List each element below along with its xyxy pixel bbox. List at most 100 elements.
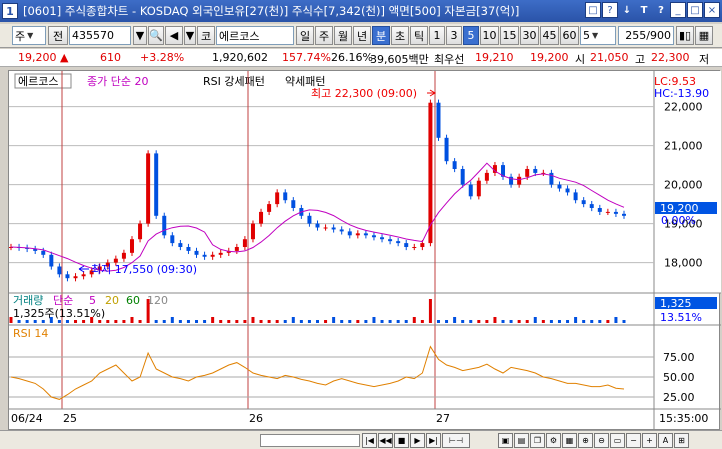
candle xyxy=(565,188,570,193)
candle xyxy=(380,237,385,240)
count-input[interactable]: 255/900 xyxy=(618,26,674,45)
tool-buttons: ▣ ▤ ❐ ⚙ ▦ ⊕ ⊖ ▭ − + A ⊞ xyxy=(498,433,689,448)
next-button[interactable]: ▶ xyxy=(410,433,425,448)
candle xyxy=(468,184,473,197)
price-pane[interactable] xyxy=(9,71,654,293)
pref-label: 최우선 xyxy=(434,53,465,66)
volume-bar xyxy=(501,320,505,323)
volume-bar xyxy=(356,320,360,323)
pin-icon[interactable]: ↓ xyxy=(619,2,635,18)
zoom-in-icon[interactable]: ⊕ xyxy=(578,433,593,448)
candle xyxy=(178,243,183,247)
count-value: 255 xyxy=(625,29,647,42)
volume-bar xyxy=(557,320,561,323)
volume-bar xyxy=(428,299,432,323)
volume-bar xyxy=(445,320,449,323)
type-button[interactable]: 전 xyxy=(48,26,68,45)
interval-10[interactable]: 10 xyxy=(480,26,499,45)
interval-30[interactable]: 30 xyxy=(520,26,539,45)
zoom-out-icon[interactable]: ⊖ xyxy=(594,433,609,448)
period-week[interactable]: 주 xyxy=(315,26,333,45)
chart-type-icon[interactable]: ▦ xyxy=(695,26,713,45)
candle xyxy=(210,254,215,257)
volume-bar xyxy=(388,320,392,323)
volume-bar xyxy=(122,320,126,323)
font-icon[interactable]: T xyxy=(636,2,652,18)
period-day[interactable]: 일 xyxy=(296,26,314,45)
save-icon[interactable]: ▭ xyxy=(610,433,625,448)
volume-bar xyxy=(566,320,570,323)
candle xyxy=(49,254,54,267)
chart-canvas[interactable]: 에르코스 종가 단순 20 RSI 강세패턴 약세패턴 LC:9.53 HC:-… xyxy=(9,71,721,431)
volume-bar xyxy=(348,320,352,323)
volume-bar xyxy=(275,320,279,323)
pattern-legend-2: 약세패턴 xyxy=(285,74,325,88)
copy-icon[interactable]: ❐ xyxy=(530,433,545,448)
interval-1[interactable]: 1 xyxy=(429,26,445,45)
horizontal-scrollbar[interactable] xyxy=(260,434,360,447)
zoom-slider[interactable]: ⊢⊣ xyxy=(442,433,470,448)
volume-bar xyxy=(517,320,521,323)
first-page-button[interactable]: |◀ xyxy=(362,433,377,448)
interval-45[interactable]: 45 xyxy=(540,26,559,45)
font-size-icon[interactable]: A xyxy=(658,433,673,448)
chart-area[interactable]: 에르코스 종가 단순 20 RSI 강세패턴 약세패턴 LC:9.53 HC:-… xyxy=(8,70,721,431)
volume-bar xyxy=(49,317,53,323)
last-page-button[interactable]: ▶| xyxy=(426,433,441,448)
period-year[interactable]: 년 xyxy=(353,26,371,45)
minus-icon[interactable]: − xyxy=(626,433,641,448)
scroll-handle-icon[interactable]: ⊞ xyxy=(674,433,689,448)
title-bar: 1 [0601] 주식종합차트 - KOSDAQ 외국인보유[27(천)] 주식… xyxy=(0,0,722,22)
interval-5[interactable]: 5 xyxy=(463,26,479,45)
maximize-button[interactable]: □ xyxy=(687,2,703,18)
candle xyxy=(162,215,167,236)
interval-60[interactable]: 60 xyxy=(560,26,579,45)
period-second[interactable]: 초 xyxy=(391,26,409,45)
code-dropdown-button[interactable]: ▼ xyxy=(133,26,147,45)
period-minute[interactable]: 분 xyxy=(372,26,390,45)
volume-percent: 157.74% xyxy=(282,51,331,64)
price-tick-label: 18,000 xyxy=(664,257,703,270)
volume-bar xyxy=(17,320,21,323)
custom-interval-select[interactable]: 5 ▼ xyxy=(580,26,616,45)
volume-legend: 거래량 xyxy=(13,294,43,307)
period-tick[interactable]: 틱 xyxy=(410,26,428,45)
chart-window: 1 [0601] 주식종합차트 - KOSDAQ 외국인보유[27(천)] 주식… xyxy=(0,0,722,449)
candle-style-icon[interactable]: ▮▯ xyxy=(676,26,694,45)
candle xyxy=(460,169,465,185)
volume-bar xyxy=(549,320,553,323)
rsi-tick-25: 25.00 xyxy=(663,391,695,404)
link-icon[interactable]: □ xyxy=(585,2,601,18)
close-button[interactable]: × xyxy=(704,2,720,18)
settings-icon[interactable]: ⚙ xyxy=(546,433,561,448)
stop-button[interactable]: ■ xyxy=(394,433,409,448)
candle xyxy=(420,243,425,247)
sound-icon[interactable]: ◀ xyxy=(165,26,183,45)
candle xyxy=(331,227,336,230)
pattern-legend: RSI 강세패턴 xyxy=(203,75,265,88)
layout-icon[interactable]: ▣ xyxy=(498,433,513,448)
interval-3[interactable]: 3 xyxy=(446,26,462,45)
info-icon[interactable]: ? xyxy=(653,2,669,18)
candle xyxy=(573,192,578,201)
search-icon[interactable]: 🔍 xyxy=(148,26,164,45)
volume-bar xyxy=(9,317,13,323)
volume-bar xyxy=(146,299,150,323)
candle xyxy=(307,215,312,224)
sound-dropdown-button[interactable]: ▼ xyxy=(184,26,196,45)
volume-bar xyxy=(606,320,610,323)
code-input[interactable]: 435570 xyxy=(69,26,131,45)
minimize-button[interactable]: _ xyxy=(670,2,686,18)
split-icon[interactable]: ▤ xyxy=(514,433,529,448)
grid-icon[interactable]: ▦ xyxy=(562,433,577,448)
window-number: 1 xyxy=(2,3,18,19)
candle xyxy=(589,204,594,208)
interval-15[interactable]: 15 xyxy=(500,26,519,45)
period-month[interactable]: 월 xyxy=(334,26,352,45)
prev-button[interactable]: ◀◀ xyxy=(378,433,393,448)
candle xyxy=(121,252,126,259)
plus-icon[interactable]: + xyxy=(642,433,657,448)
help-icon[interactable]: ? xyxy=(602,2,618,18)
volume-bar xyxy=(235,320,239,323)
market-select[interactable]: 주 ▼ xyxy=(12,26,46,45)
